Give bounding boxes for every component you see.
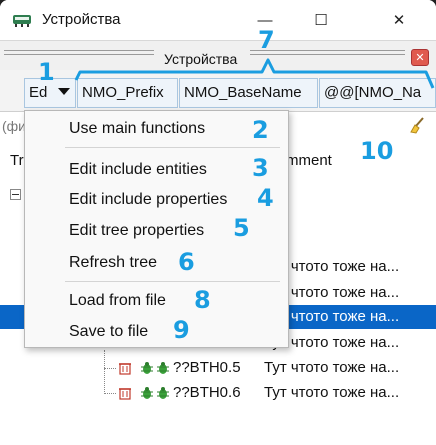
annotation-bracket [74,58,435,89]
annotation-number: 1 [38,58,55,86]
annotation-number: 8 [194,286,211,314]
annotation-number: 6 [178,248,195,276]
annotation-number: 4 [257,184,274,212]
annotation-number: 10 [360,137,394,165]
annotation-number: 3 [252,154,269,182]
window: Устройства — ☐ ✕ Устройства ✕ Ed NMO_Pre… [0,0,436,445]
annotation-number: 5 [233,214,250,242]
annotation-number: 9 [173,316,190,344]
annotation-number: 7 [258,26,275,54]
annotation-number: 2 [252,116,269,144]
